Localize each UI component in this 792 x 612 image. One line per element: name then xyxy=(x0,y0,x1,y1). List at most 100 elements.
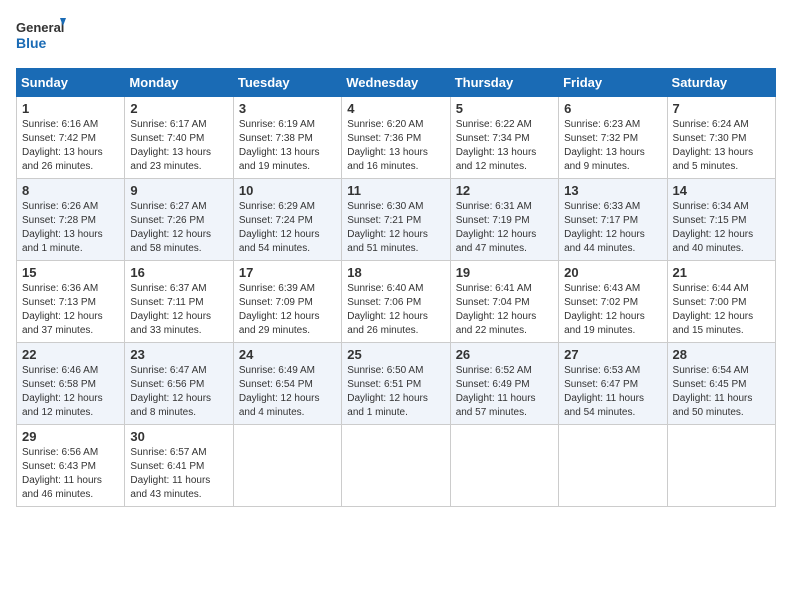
day-cell-25: 25 Sunrise: 6:50 AM Sunset: 6:51 PM Dayl… xyxy=(342,343,450,425)
sunset-label: Sunset: 6:56 PM xyxy=(130,379,204,390)
day-number: 21 xyxy=(673,265,770,280)
sunset-label: Sunset: 7:24 PM xyxy=(239,215,313,226)
day-cell-5: 5 Sunrise: 6:22 AM Sunset: 7:34 PM Dayli… xyxy=(450,97,558,179)
day-number: 6 xyxy=(564,101,661,116)
daylight-label: Daylight: 11 hours and 46 minutes. xyxy=(22,475,102,500)
sunset-label: Sunset: 7:00 PM xyxy=(673,297,747,308)
day-cell-23: 23 Sunrise: 6:47 AM Sunset: 6:56 PM Dayl… xyxy=(125,343,233,425)
day-cell-1: 1 Sunrise: 6:16 AM Sunset: 7:42 PM Dayli… xyxy=(17,97,125,179)
sunset-label: Sunset: 6:54 PM xyxy=(239,379,313,390)
day-cell-19: 19 Sunrise: 6:41 AM Sunset: 7:04 PM Dayl… xyxy=(450,261,558,343)
day-number: 4 xyxy=(347,101,444,116)
sunrise-label: Sunrise: 6:23 AM xyxy=(564,119,640,130)
day-number: 8 xyxy=(22,183,119,198)
logo: General Blue xyxy=(16,16,66,56)
daylight-label: Daylight: 12 hours and 29 minutes. xyxy=(239,311,320,336)
day-number: 18 xyxy=(347,265,444,280)
sunset-label: Sunset: 6:47 PM xyxy=(564,379,638,390)
day-info: Sunrise: 6:52 AM Sunset: 6:49 PM Dayligh… xyxy=(456,364,553,420)
day-info: Sunrise: 6:50 AM Sunset: 6:51 PM Dayligh… xyxy=(347,364,444,420)
sunrise-label: Sunrise: 6:16 AM xyxy=(22,119,98,130)
day-info: Sunrise: 6:37 AM Sunset: 7:11 PM Dayligh… xyxy=(130,282,227,338)
daylight-label: Daylight: 12 hours and 51 minutes. xyxy=(347,229,428,254)
day-cell-28: 28 Sunrise: 6:54 AM Sunset: 6:45 PM Dayl… xyxy=(667,343,775,425)
day-info: Sunrise: 6:33 AM Sunset: 7:17 PM Dayligh… xyxy=(564,200,661,256)
day-number: 20 xyxy=(564,265,661,280)
sunrise-label: Sunrise: 6:26 AM xyxy=(22,201,98,212)
sunrise-label: Sunrise: 6:27 AM xyxy=(130,201,206,212)
daylight-label: Daylight: 11 hours and 54 minutes. xyxy=(564,393,644,418)
day-info: Sunrise: 6:19 AM Sunset: 7:38 PM Dayligh… xyxy=(239,118,336,174)
sunset-label: Sunset: 7:02 PM xyxy=(564,297,638,308)
day-info: Sunrise: 6:53 AM Sunset: 6:47 PM Dayligh… xyxy=(564,364,661,420)
day-number: 14 xyxy=(673,183,770,198)
daylight-label: Daylight: 13 hours and 5 minutes. xyxy=(673,147,754,172)
sunrise-label: Sunrise: 6:33 AM xyxy=(564,201,640,212)
day-info: Sunrise: 6:41 AM Sunset: 7:04 PM Dayligh… xyxy=(456,282,553,338)
daylight-label: Daylight: 12 hours and 1 minute. xyxy=(347,393,428,418)
sunrise-label: Sunrise: 6:47 AM xyxy=(130,365,206,376)
daylight-label: Daylight: 12 hours and 26 minutes. xyxy=(347,311,428,336)
daylight-label: Daylight: 12 hours and 8 minutes. xyxy=(130,393,211,418)
daylight-label: Daylight: 13 hours and 19 minutes. xyxy=(239,147,320,172)
day-cell-11: 11 Sunrise: 6:30 AM Sunset: 7:21 PM Dayl… xyxy=(342,179,450,261)
week-row-3: 15 Sunrise: 6:36 AM Sunset: 7:13 PM Dayl… xyxy=(17,261,776,343)
sunset-label: Sunset: 6:49 PM xyxy=(456,379,530,390)
empty-cell xyxy=(667,425,775,507)
day-info: Sunrise: 6:43 AM Sunset: 7:02 PM Dayligh… xyxy=(564,282,661,338)
day-info: Sunrise: 6:17 AM Sunset: 7:40 PM Dayligh… xyxy=(130,118,227,174)
day-number: 2 xyxy=(130,101,227,116)
col-header-thursday: Thursday xyxy=(450,69,558,97)
day-cell-15: 15 Sunrise: 6:36 AM Sunset: 7:13 PM Dayl… xyxy=(17,261,125,343)
daylight-label: Daylight: 12 hours and 33 minutes. xyxy=(130,311,211,336)
sunset-label: Sunset: 6:41 PM xyxy=(130,461,204,472)
day-number: 13 xyxy=(564,183,661,198)
sunrise-label: Sunrise: 6:44 AM xyxy=(673,283,749,294)
day-cell-20: 20 Sunrise: 6:43 AM Sunset: 7:02 PM Dayl… xyxy=(559,261,667,343)
sunset-label: Sunset: 7:32 PM xyxy=(564,133,638,144)
day-info: Sunrise: 6:27 AM Sunset: 7:26 PM Dayligh… xyxy=(130,200,227,256)
day-info: Sunrise: 6:36 AM Sunset: 7:13 PM Dayligh… xyxy=(22,282,119,338)
sunset-label: Sunset: 6:45 PM xyxy=(673,379,747,390)
col-header-monday: Monday xyxy=(125,69,233,97)
sunrise-label: Sunrise: 6:39 AM xyxy=(239,283,315,294)
day-number: 10 xyxy=(239,183,336,198)
calendar-table: SundayMondayTuesdayWednesdayThursdayFrid… xyxy=(16,68,776,507)
daylight-label: Daylight: 12 hours and 12 minutes. xyxy=(22,393,103,418)
day-number: 29 xyxy=(22,429,119,444)
day-info: Sunrise: 6:44 AM Sunset: 7:00 PM Dayligh… xyxy=(673,282,770,338)
sunset-label: Sunset: 7:11 PM xyxy=(130,297,203,308)
sunset-label: Sunset: 7:34 PM xyxy=(456,133,530,144)
sunset-label: Sunset: 7:19 PM xyxy=(456,215,530,226)
day-number: 1 xyxy=(22,101,119,116)
sunrise-label: Sunrise: 6:17 AM xyxy=(130,119,206,130)
sunset-label: Sunset: 7:38 PM xyxy=(239,133,313,144)
empty-cell xyxy=(342,425,450,507)
sunrise-label: Sunrise: 6:46 AM xyxy=(22,365,98,376)
day-cell-21: 21 Sunrise: 6:44 AM Sunset: 7:00 PM Dayl… xyxy=(667,261,775,343)
day-cell-22: 22 Sunrise: 6:46 AM Sunset: 6:58 PM Dayl… xyxy=(17,343,125,425)
day-cell-14: 14 Sunrise: 6:34 AM Sunset: 7:15 PM Dayl… xyxy=(667,179,775,261)
day-cell-6: 6 Sunrise: 6:23 AM Sunset: 7:32 PM Dayli… xyxy=(559,97,667,179)
day-cell-8: 8 Sunrise: 6:26 AM Sunset: 7:28 PM Dayli… xyxy=(17,179,125,261)
sunset-label: Sunset: 7:09 PM xyxy=(239,297,313,308)
day-cell-30: 30 Sunrise: 6:57 AM Sunset: 6:41 PM Dayl… xyxy=(125,425,233,507)
sunset-label: Sunset: 7:13 PM xyxy=(22,297,96,308)
week-row-4: 22 Sunrise: 6:46 AM Sunset: 6:58 PM Dayl… xyxy=(17,343,776,425)
sunrise-label: Sunrise: 6:57 AM xyxy=(130,447,206,458)
daylight-label: Daylight: 13 hours and 1 minute. xyxy=(22,229,103,254)
sunrise-label: Sunrise: 6:31 AM xyxy=(456,201,532,212)
sunset-label: Sunset: 7:06 PM xyxy=(347,297,421,308)
day-cell-16: 16 Sunrise: 6:37 AM Sunset: 7:11 PM Dayl… xyxy=(125,261,233,343)
day-number: 27 xyxy=(564,347,661,362)
daylight-label: Daylight: 12 hours and 37 minutes. xyxy=(22,311,103,336)
day-number: 11 xyxy=(347,183,444,198)
day-number: 25 xyxy=(347,347,444,362)
day-number: 17 xyxy=(239,265,336,280)
sunrise-label: Sunrise: 6:49 AM xyxy=(239,365,315,376)
day-info: Sunrise: 6:57 AM Sunset: 6:41 PM Dayligh… xyxy=(130,446,227,502)
day-info: Sunrise: 6:22 AM Sunset: 7:34 PM Dayligh… xyxy=(456,118,553,174)
sunrise-label: Sunrise: 6:19 AM xyxy=(239,119,315,130)
daylight-label: Daylight: 11 hours and 57 minutes. xyxy=(456,393,536,418)
svg-text:Blue: Blue xyxy=(16,35,47,51)
